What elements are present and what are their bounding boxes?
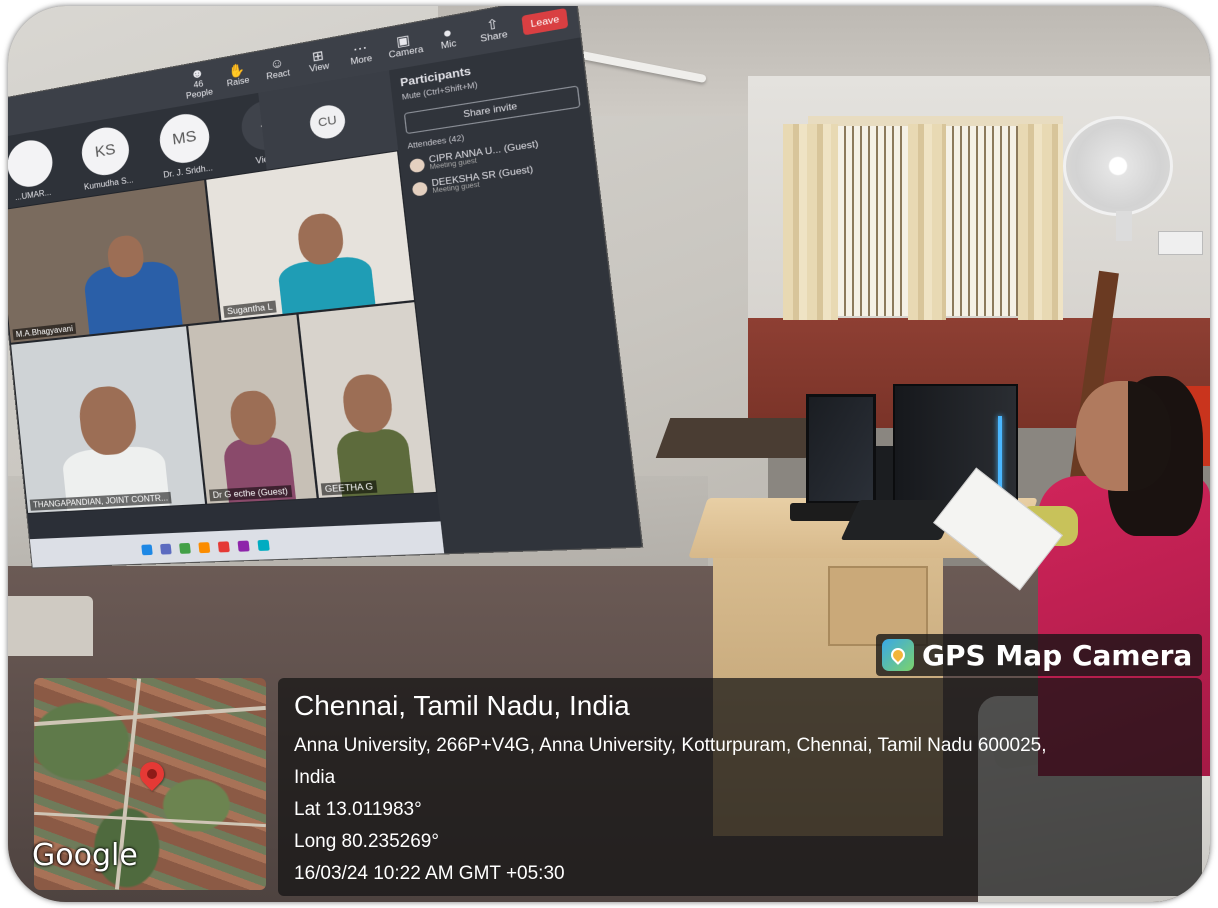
map-road xyxy=(34,706,266,726)
map-pin-icon xyxy=(135,757,169,791)
gps-badge-title: GPS Map Camera xyxy=(922,639,1192,672)
share-button[interactable]: ⇧ Share xyxy=(475,15,511,46)
cpu-led-strip xyxy=(998,416,1002,496)
map-road xyxy=(34,812,266,827)
avatar-circle xyxy=(8,137,55,190)
left-table xyxy=(8,596,93,656)
more-button[interactable]: ⋯ More xyxy=(344,39,377,69)
gps-longitude: Long 80.235269° xyxy=(294,826,1202,858)
photo-frame: ☻ 46 People ✋ Raise ☺ React ⊞ View ⋯ More ▣ Cam… xyxy=(8,6,1210,902)
gps-timestamp: 16/03/24 10:22 AM GMT +05:30 xyxy=(294,858,1202,890)
video-tile: GEETHA G xyxy=(297,301,437,499)
attendee-avatar xyxy=(409,157,425,173)
participant-name: Sugantha L xyxy=(223,301,276,318)
gps-city: Chennai, Tamil Nadu, India xyxy=(294,690,1202,722)
projected-meeting-screen: ☻ 46 People ✋ Raise ☺ React ⊞ View ⋯ More ▣ Cam… xyxy=(8,6,643,568)
view-button[interactable]: ⊞ View xyxy=(302,47,335,76)
gps-address-line: Anna University, 266P+V4G, Anna Universi… xyxy=(294,730,1202,762)
avatar-circle: CU xyxy=(308,103,346,141)
camera-button[interactable]: ▣ Camera xyxy=(387,31,421,61)
google-logo: Google xyxy=(32,838,138,873)
avatar[interactable]: ...UMAR... xyxy=(8,136,62,209)
avatar[interactable]: MS Dr. J. Sridh... xyxy=(151,109,220,186)
leave-button[interactable]: Leave xyxy=(522,7,569,34)
window-grill xyxy=(838,126,908,316)
avatar-circle: KS xyxy=(80,124,132,178)
video-tile: Dr G ecthe (Guest) xyxy=(187,313,318,504)
side-desk xyxy=(656,418,821,458)
window-grill xyxy=(946,126,1018,316)
app-icon[interactable] xyxy=(218,541,230,552)
participant-face xyxy=(341,373,395,434)
location-pin-icon xyxy=(888,645,908,665)
wall-fan xyxy=(1063,116,1173,216)
attendee-avatar xyxy=(412,181,428,196)
app-icon[interactable] xyxy=(179,543,191,554)
mic-button[interactable]: ● Mic xyxy=(430,23,465,53)
curtain xyxy=(783,124,838,320)
presenter-head xyxy=(1076,381,1171,491)
app-icon[interactable] xyxy=(257,540,269,551)
video-tile: M.A.Bhagyavani xyxy=(8,179,220,344)
gps-address-line: India xyxy=(294,762,1202,794)
video-tile: THANGAPANDIAN, JOINT CONTR... xyxy=(10,325,206,514)
monitor xyxy=(806,394,876,504)
app-icon[interactable] xyxy=(198,542,210,553)
gps-info-panel: Chennai, Tamil Nadu, India Anna Universi… xyxy=(278,678,1202,896)
participant-face xyxy=(77,384,139,456)
people-button[interactable]: ☻ 46 People xyxy=(183,64,214,101)
gps-latitude: Lat 13.011983° xyxy=(294,794,1202,826)
fan-mount xyxy=(1116,211,1132,241)
avatar[interactable]: KS Kumudha S... xyxy=(74,123,140,198)
gps-map-camera-icon xyxy=(882,639,914,671)
video-tile: Sugantha L xyxy=(205,150,415,321)
curtain xyxy=(908,124,946,320)
react-button[interactable]: ☺ React xyxy=(262,54,294,83)
power-socket xyxy=(1158,231,1203,255)
app-icon[interactable] xyxy=(237,541,249,552)
gps-map-camera-badge: GPS Map Camera xyxy=(876,634,1202,676)
raise-hand-button[interactable]: ✋ Raise xyxy=(222,62,253,90)
search-icon[interactable] xyxy=(160,544,172,555)
avatar-circle: MS xyxy=(157,110,211,166)
curtain xyxy=(1018,124,1063,320)
start-icon[interactable] xyxy=(141,544,153,555)
participant-face xyxy=(228,389,278,446)
